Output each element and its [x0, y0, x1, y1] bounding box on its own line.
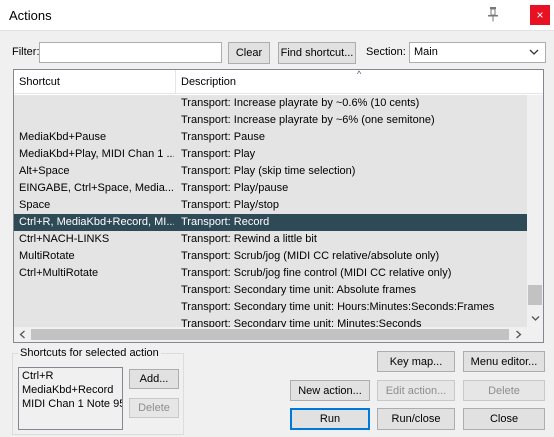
- delete-shortcut-button[interactable]: Delete: [129, 398, 179, 418]
- table-row[interactable]: Ctrl+MultiRotate Transport: Scrub/jog fin…: [14, 265, 527, 282]
- cell-description: Transport: Secondary time unit: Hours:Mi…: [181, 301, 495, 313]
- cell-description: Transport: Increase playrate by ~6% (one…: [181, 114, 435, 126]
- cell-description: Transport: Scrub/jog (MIDI CC relative/a…: [181, 250, 440, 262]
- key-map-button[interactable]: Key map...: [377, 351, 455, 372]
- chevron-down-icon: [529, 49, 539, 55]
- cell-shortcut: EINGABE, Ctrl+Space, Media...: [19, 182, 174, 194]
- filter-input[interactable]: [39, 42, 222, 63]
- table-row[interactable]: Transport: Secondary time unit: Hours:Mi…: [14, 299, 527, 316]
- vertical-scrollbar[interactable]: [527, 95, 543, 327]
- find-shortcut-button[interactable]: Find shortcut...: [278, 42, 356, 64]
- table-row[interactable]: Transport: Increase playrate by ~6% (one…: [14, 112, 527, 129]
- cell-shortcut: MultiRotate: [19, 250, 75, 262]
- shortcut-item[interactable]: MIDI Chan 1 Note 95: [22, 398, 122, 410]
- actions-list[interactable]: Shortcut Description ^ Transport: Increa…: [13, 69, 544, 343]
- section-select[interactable]: Main: [409, 42, 546, 63]
- section-selected-value: Main: [414, 46, 438, 58]
- section-label: Section:: [366, 46, 406, 58]
- cell-description: Transport: Secondary time unit: Minutes:…: [181, 318, 422, 327]
- shortcut-list[interactable]: Ctrl+R MediaKbd+Record MIDI Chan 1 Note …: [18, 367, 123, 430]
- table-row[interactable]: MultiRotate Transport: Scrub/jog (MIDI CC…: [14, 248, 527, 265]
- shortcut-item[interactable]: Ctrl+R: [22, 370, 53, 382]
- cell-description: Transport: Play/pause: [181, 182, 289, 194]
- shortcuts-group-title: Shortcuts for selected action: [18, 347, 161, 359]
- cell-shortcut: Ctrl+MultiRotate: [19, 267, 99, 279]
- cell-shortcut: MediaKbd+Play, MIDI Chan 1 ...: [19, 148, 174, 160]
- scroll-right-arrow-icon[interactable]: [515, 330, 522, 339]
- cell-shortcut: Space: [19, 199, 51, 211]
- table-row[interactable]: Transport: Increase playrate by ~0.6% (1…: [14, 95, 527, 112]
- add-shortcut-button[interactable]: Add...: [129, 369, 179, 389]
- run-button[interactable]: Run: [290, 408, 370, 430]
- shortcuts-group: Shortcuts for selected action Ctrl+R Med…: [12, 347, 184, 435]
- list-header: Shortcut Description ^: [14, 70, 543, 94]
- table-row[interactable]: Space Transport: Play/stop: [14, 197, 527, 214]
- table-row[interactable]: Transport: Secondary time unit: Absolute…: [14, 282, 527, 299]
- cell-description: Transport: Play (skip time selection): [181, 165, 356, 177]
- run-close-button[interactable]: Run/close: [377, 408, 455, 430]
- table-row[interactable]: Ctrl+NACH-LINKS Transport: Rewind a littl…: [14, 231, 527, 248]
- window-title: Actions: [9, 8, 52, 23]
- scrollbar-thumb[interactable]: [528, 285, 542, 305]
- cell-description: Transport: Increase playrate by ~0.6% (1…: [181, 97, 420, 109]
- scroll-left-arrow-icon[interactable]: [19, 330, 26, 339]
- cell-description: Transport: Play: [181, 148, 256, 160]
- list-rows: Transport: Increase playrate by ~0.6% (1…: [14, 95, 527, 327]
- cell-description: Transport: Play/stop: [181, 199, 280, 211]
- cell-shortcut: Ctrl+R, MediaKbd+Record, MI...: [19, 216, 174, 228]
- delete-action-button[interactable]: Delete: [463, 380, 545, 401]
- column-header-description[interactable]: Description: [181, 76, 236, 88]
- table-row[interactable]: Transport: Secondary time unit: Minutes:…: [14, 316, 527, 327]
- column-header-shortcut[interactable]: Shortcut: [19, 76, 60, 88]
- edit-action-button[interactable]: Edit action...: [377, 380, 455, 401]
- scroll-down-arrow-icon[interactable]: [531, 315, 540, 322]
- close-button[interactable]: Close: [463, 408, 545, 430]
- table-row[interactable]: MediaKbd+Pause Transport: Pause: [14, 129, 527, 146]
- cell-shortcut: Ctrl+NACH-LINKS: [19, 233, 110, 245]
- pin-icon[interactable]: [485, 6, 501, 22]
- clear-button[interactable]: Clear: [228, 42, 270, 64]
- title-bar: Actions ×: [0, 0, 554, 31]
- horizontal-scrollbar[interactable]: [14, 327, 543, 342]
- cell-shortcut: MediaKbd+Pause: [19, 131, 107, 143]
- cell-description: Transport: Pause: [181, 131, 265, 143]
- cell-description: Transport: Record: [181, 216, 270, 228]
- table-row-selected[interactable]: Ctrl+R, MediaKbd+Record, MI... Transport:…: [14, 214, 527, 231]
- new-action-button[interactable]: New action...: [290, 380, 370, 401]
- cell-description: Transport: Rewind a little bit: [181, 233, 317, 245]
- cell-description: Transport: Scrub/jog fine control (MIDI …: [181, 267, 452, 279]
- table-row[interactable]: Alt+Space Transport: Play (skip time sele…: [14, 163, 527, 180]
- window-close-button[interactable]: ×: [530, 5, 550, 25]
- table-row[interactable]: EINGABE, Ctrl+Space, Media... Transport: …: [14, 180, 527, 197]
- column-divider[interactable]: [175, 70, 176, 94]
- horizontal-scrollbar-thumb[interactable]: [31, 329, 509, 340]
- cell-description: Transport: Secondary time unit: Absolute…: [181, 284, 416, 296]
- filter-label: Filter:: [12, 46, 40, 58]
- shortcut-item[interactable]: MediaKbd+Record: [22, 384, 113, 396]
- menu-editor-button[interactable]: Menu editor...: [463, 351, 545, 372]
- sort-indicator-icon: ^: [357, 69, 362, 79]
- table-row[interactable]: MediaKbd+Play, MIDI Chan 1 ... Transport:…: [14, 146, 527, 163]
- cell-shortcut: Alt+Space: [19, 165, 70, 177]
